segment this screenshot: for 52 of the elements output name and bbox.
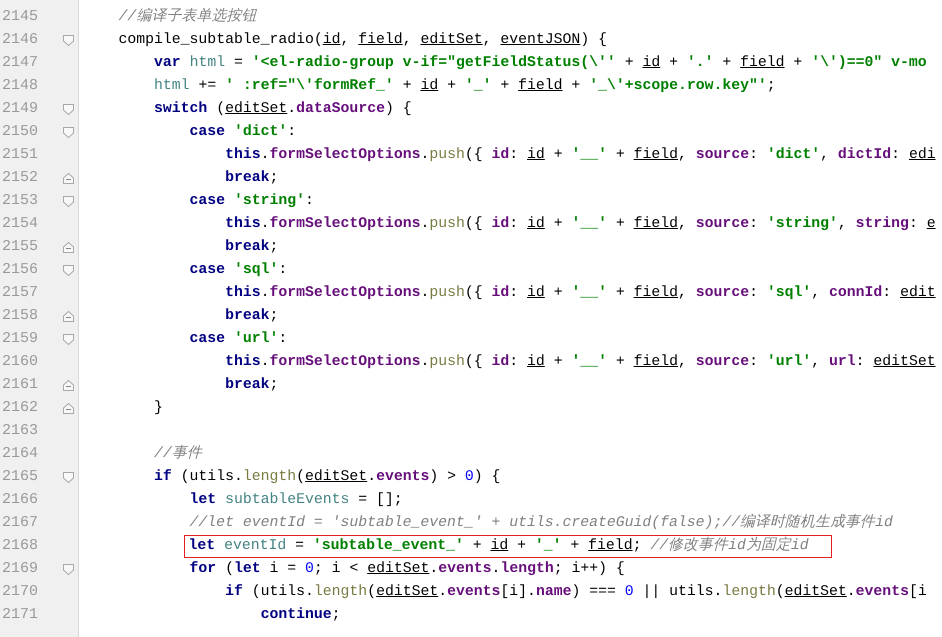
- code-line: continue;: [260, 606, 342, 625]
- line-number: 2171: [0, 605, 38, 626]
- line-number: 2170: [0, 582, 38, 602]
- code-line: break;: [224, 307, 280, 326]
- code-line: case 'string':: [188, 192, 315, 211]
- line-number: 2146: [0, 30, 38, 50]
- code-line: this.formSelectOptions.push({ id: id + '__' + field, source: 'string', string: e: [224, 215, 937, 234]
- code-line: this.formSelectOptions.push({ id: id + '__' + field, source: 'dict', dictId: edi: [224, 146, 937, 165]
- line-number: 2152: [0, 168, 38, 188]
- line-number: 2157: [0, 283, 38, 304]
- code-line: compile_subtable_radio(id, field, editSet, eventJSON) {: [118, 31, 608, 50]
- line-number: 2164: [0, 444, 38, 464]
- code-line: case 'sql':: [188, 261, 288, 280]
- line-number: 2156: [0, 260, 38, 280]
- code-line: }: [153, 399, 164, 418]
- line-number: 2159: [0, 329, 38, 350]
- code-line: this.formSelectOptions.push({ id: id + '__' + field, source: 'sql', connId: edit: [224, 284, 937, 303]
- line-number: 2153: [0, 191, 38, 212]
- code-line: case 'url':: [188, 330, 288, 349]
- line-number: 2148: [0, 76, 38, 96]
- code-line: if (utils.length(editSet.events) > 0) {: [153, 468, 502, 487]
- code-line: //事件: [153, 444, 203, 464]
- line-number: 2155: [0, 237, 38, 258]
- line-number: 2165: [0, 467, 38, 488]
- code-line: break;: [224, 376, 280, 395]
- code-line: var html = '<el-radio-group v-if="getFieldStatus(\'' + id + '.' + field + '\')==0" v-mo: [153, 54, 928, 73]
- line-number: 2158: [0, 306, 38, 326]
- code-line: for (let i = 0; i < editSet.events.length; i++) {: [188, 560, 626, 579]
- code-line: case 'dict':: [188, 123, 298, 142]
- code-line: switch (editSet.dataSource) {: [153, 100, 413, 119]
- line-number: 2169: [0, 559, 38, 580]
- code-line: break;: [224, 169, 280, 188]
- line-number: 2160: [0, 352, 38, 372]
- line-number: 2168: [0, 536, 38, 556]
- line-number: 2166: [0, 490, 38, 510]
- line-number: 2147: [0, 53, 38, 74]
- line-number: 2161: [0, 375, 38, 396]
- code-line: //编译子表单选按钮: [118, 6, 258, 27]
- code-line: break;: [224, 238, 280, 257]
- line-number: 2162: [0, 398, 38, 418]
- line-number: 2163: [0, 421, 38, 442]
- code-line: //let eventId = 'subtable_event_' + utils.createGuid(false);//编译时随机生成事件id: [188, 512, 894, 533]
- code-line: this.formSelectOptions.push({ id: id + '__' + field, source: 'url', url: editSet: [224, 353, 937, 372]
- line-number: 2145: [0, 7, 38, 28]
- line-number: 2150: [0, 122, 38, 142]
- line-number: 2149: [0, 99, 38, 120]
- line-number: 2154: [0, 214, 38, 234]
- line-number: 2151: [0, 145, 38, 166]
- line-number: 2167: [0, 513, 38, 534]
- code-line: html += ' :ref="\'formRef_' + id + '_' + field + '_\'+scope.row.key"';: [153, 77, 777, 96]
- code-line: if (utils.length(editSet.events[i].name) === 0 || utils.length(editSet.events[i: [224, 583, 928, 602]
- code-line: let subtableEvents = [];: [188, 491, 404, 510]
